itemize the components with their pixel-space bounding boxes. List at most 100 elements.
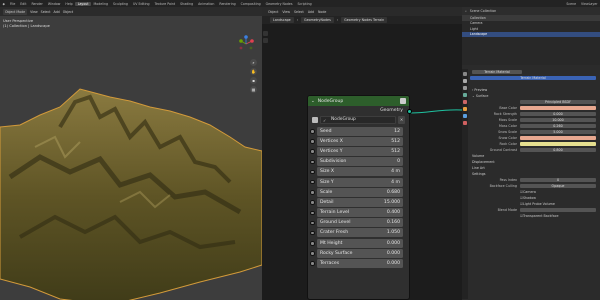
breadcrumb-modifier[interactable]: GeometryNodes: [301, 17, 334, 23]
viewport-menu-add[interactable]: Add: [54, 10, 60, 14]
input-socket[interactable]: [310, 129, 315, 134]
node-input-field[interactable]: Ground Level 0.160: [317, 218, 403, 228]
material-field-value[interactable]: 0.260: [520, 123, 596, 129]
workspace-tab[interactable]: UV Editing: [130, 2, 152, 6]
node-input-field[interactable]: Crater Fresh 1.050: [317, 228, 403, 238]
render-tab-icon[interactable]: [463, 79, 467, 83]
node-input-field[interactable]: Vertices X 512: [317, 136, 403, 146]
node-input-field[interactable]: Terrain Level 0.400: [317, 208, 403, 218]
color-swatch[interactable]: [520, 135, 596, 141]
tool-tab-icon[interactable]: [463, 72, 467, 76]
node-input-field[interactable]: Vertices Y 512: [317, 146, 403, 156]
menu-file[interactable]: File: [7, 2, 17, 6]
breadcrumb-nodetree[interactable]: Geometry Nodes Terrain: [341, 17, 388, 23]
workspace-tab[interactable]: Compositing: [238, 2, 263, 6]
menu-help[interactable]: Help: [63, 2, 75, 6]
input-socket[interactable]: [310, 149, 315, 154]
object-field[interactable]: Terrain Material: [472, 69, 522, 75]
input-socket[interactable]: [310, 169, 315, 175]
viewport-menu-select[interactable]: Select: [41, 10, 51, 14]
geometry-output-socket[interactable]: [407, 108, 412, 114]
input-socket[interactable]: [310, 139, 315, 144]
material-field-value[interactable]: 0.000: [520, 111, 596, 117]
zoom-icon[interactable]: ⌕: [250, 59, 257, 66]
input-socket[interactable]: [310, 179, 315, 185]
node-input-field[interactable]: Size X 4 m: [317, 167, 403, 177]
workspace-tab[interactable]: Rendering: [217, 2, 238, 6]
ne-menu-view[interactable]: View: [282, 10, 290, 14]
workspace-tab[interactable]: Texture Paint: [152, 2, 178, 6]
select-tool-icon[interactable]: [263, 31, 268, 36]
node-input-field[interactable]: Size Y 4 m: [317, 177, 403, 187]
outliner[interactable]: ⌕ Scene Collection Collection Camera Lig…: [462, 7, 600, 65]
input-socket[interactable]: [310, 200, 315, 205]
menu-edit[interactable]: Edit: [18, 2, 29, 6]
shadow-mode[interactable]: Opaque: [520, 183, 596, 189]
workspace-tab[interactable]: Geometry Nodes: [263, 2, 295, 6]
workspace-tab[interactable]: Sculpting: [111, 2, 131, 6]
node-group[interactable]: ⌄ NodeGroup Geometry ✓ NodeGroup ✕ Seed 1…: [307, 95, 412, 300]
color-swatch[interactable]: [520, 141, 596, 147]
input-socket[interactable]: [310, 251, 315, 256]
node-tree-icon[interactable]: [312, 116, 318, 123]
node-input-field[interactable]: Scale 0.680: [317, 187, 403, 197]
viewport-menu-object[interactable]: Object: [63, 10, 73, 14]
outliner-search[interactable]: Scene Collection: [470, 9, 497, 13]
search-icon[interactable]: ⌕: [465, 9, 467, 13]
node-header[interactable]: ⌄ NodeGroup: [308, 96, 409, 106]
input-socket[interactable]: [310, 220, 315, 226]
input-socket[interactable]: [310, 159, 315, 165]
blend-mode-field[interactable]: [520, 207, 596, 213]
menu-window[interactable]: Window: [45, 2, 63, 6]
input-socket[interactable]: [310, 230, 315, 236]
object-mode-dropdown[interactable]: Object Mode: [3, 8, 28, 15]
collapse-arrow-icon[interactable]: ⌄: [311, 99, 315, 104]
node-input-field[interactable]: Detail 15.000: [317, 197, 403, 207]
pass-index-field[interactable]: 0: [520, 177, 596, 183]
scene-tab-icon[interactable]: [463, 100, 467, 104]
node-input-field[interactable]: Terraces 0.000: [317, 259, 403, 269]
input-socket[interactable]: [310, 261, 315, 266]
view-layer-selector[interactable]: ViewLayer: [579, 2, 600, 6]
node-input-field[interactable]: Seed 12: [317, 126, 403, 136]
surface-type[interactable]: Principled BSDF: [520, 99, 596, 105]
outliner-row-landscape[interactable]: Landscape: [462, 31, 600, 37]
workspace-tab[interactable]: Scripting: [295, 2, 314, 6]
ne-menu-add[interactable]: Add: [308, 10, 314, 14]
axis-gizmo-icon[interactable]: [237, 35, 255, 53]
viewport-menu-view[interactable]: View: [30, 10, 38, 14]
material-field-value[interactable]: 10.000: [520, 117, 596, 123]
material-field-value[interactable]: 5.000: [520, 129, 596, 135]
input-socket[interactable]: [310, 241, 315, 246]
workspace-tab[interactable]: Animation: [196, 2, 217, 6]
workspace-tab-layout[interactable]: Layout: [75, 1, 92, 6]
input-socket[interactable]: [310, 210, 315, 215]
close-icon[interactable]: ✕: [398, 115, 405, 124]
node-input-field[interactable]: Subdivision 0: [317, 157, 403, 167]
modifier-tab-icon[interactable]: [463, 114, 467, 118]
blender-logo-icon[interactable]: ◆: [0, 2, 7, 6]
input-socket[interactable]: [310, 190, 315, 195]
node-editor[interactable]: Object View Select Add Node Landscape › …: [262, 7, 462, 300]
breadcrumb-object[interactable]: Landscape: [270, 17, 294, 23]
object-tab-icon[interactable]: [463, 107, 467, 111]
material-slot[interactable]: Terrain Material: [470, 75, 596, 81]
output-tab-icon[interactable]: [463, 86, 467, 90]
node-input-field[interactable]: Mt Height 0.000: [317, 238, 403, 248]
group-name-field[interactable]: ✓ NodeGroup: [320, 115, 396, 124]
color-swatch[interactable]: [520, 105, 596, 111]
scene-selector[interactable]: Scene: [564, 2, 579, 6]
material-field-value[interactable]: 0.800: [520, 147, 596, 153]
view-layer-tab-icon[interactable]: [463, 93, 467, 97]
material-tab-icon[interactable]: [463, 121, 467, 125]
ne-menu-object[interactable]: Object: [268, 10, 278, 14]
3d-viewport[interactable]: Object Mode View Select Add Object User …: [0, 7, 262, 300]
workspace-tab[interactable]: Modeling: [91, 2, 111, 6]
annotate-tool-icon[interactable]: [263, 38, 268, 43]
terrain-mesh[interactable]: [0, 67, 262, 300]
ne-menu-select[interactable]: Select: [294, 10, 304, 14]
node-input-field[interactable]: Rocky Surface 0.000: [317, 248, 403, 258]
workspace-tab[interactable]: Shading: [178, 2, 196, 6]
ne-menu-node[interactable]: Node: [318, 10, 326, 14]
menu-render[interactable]: Render: [29, 2, 45, 6]
